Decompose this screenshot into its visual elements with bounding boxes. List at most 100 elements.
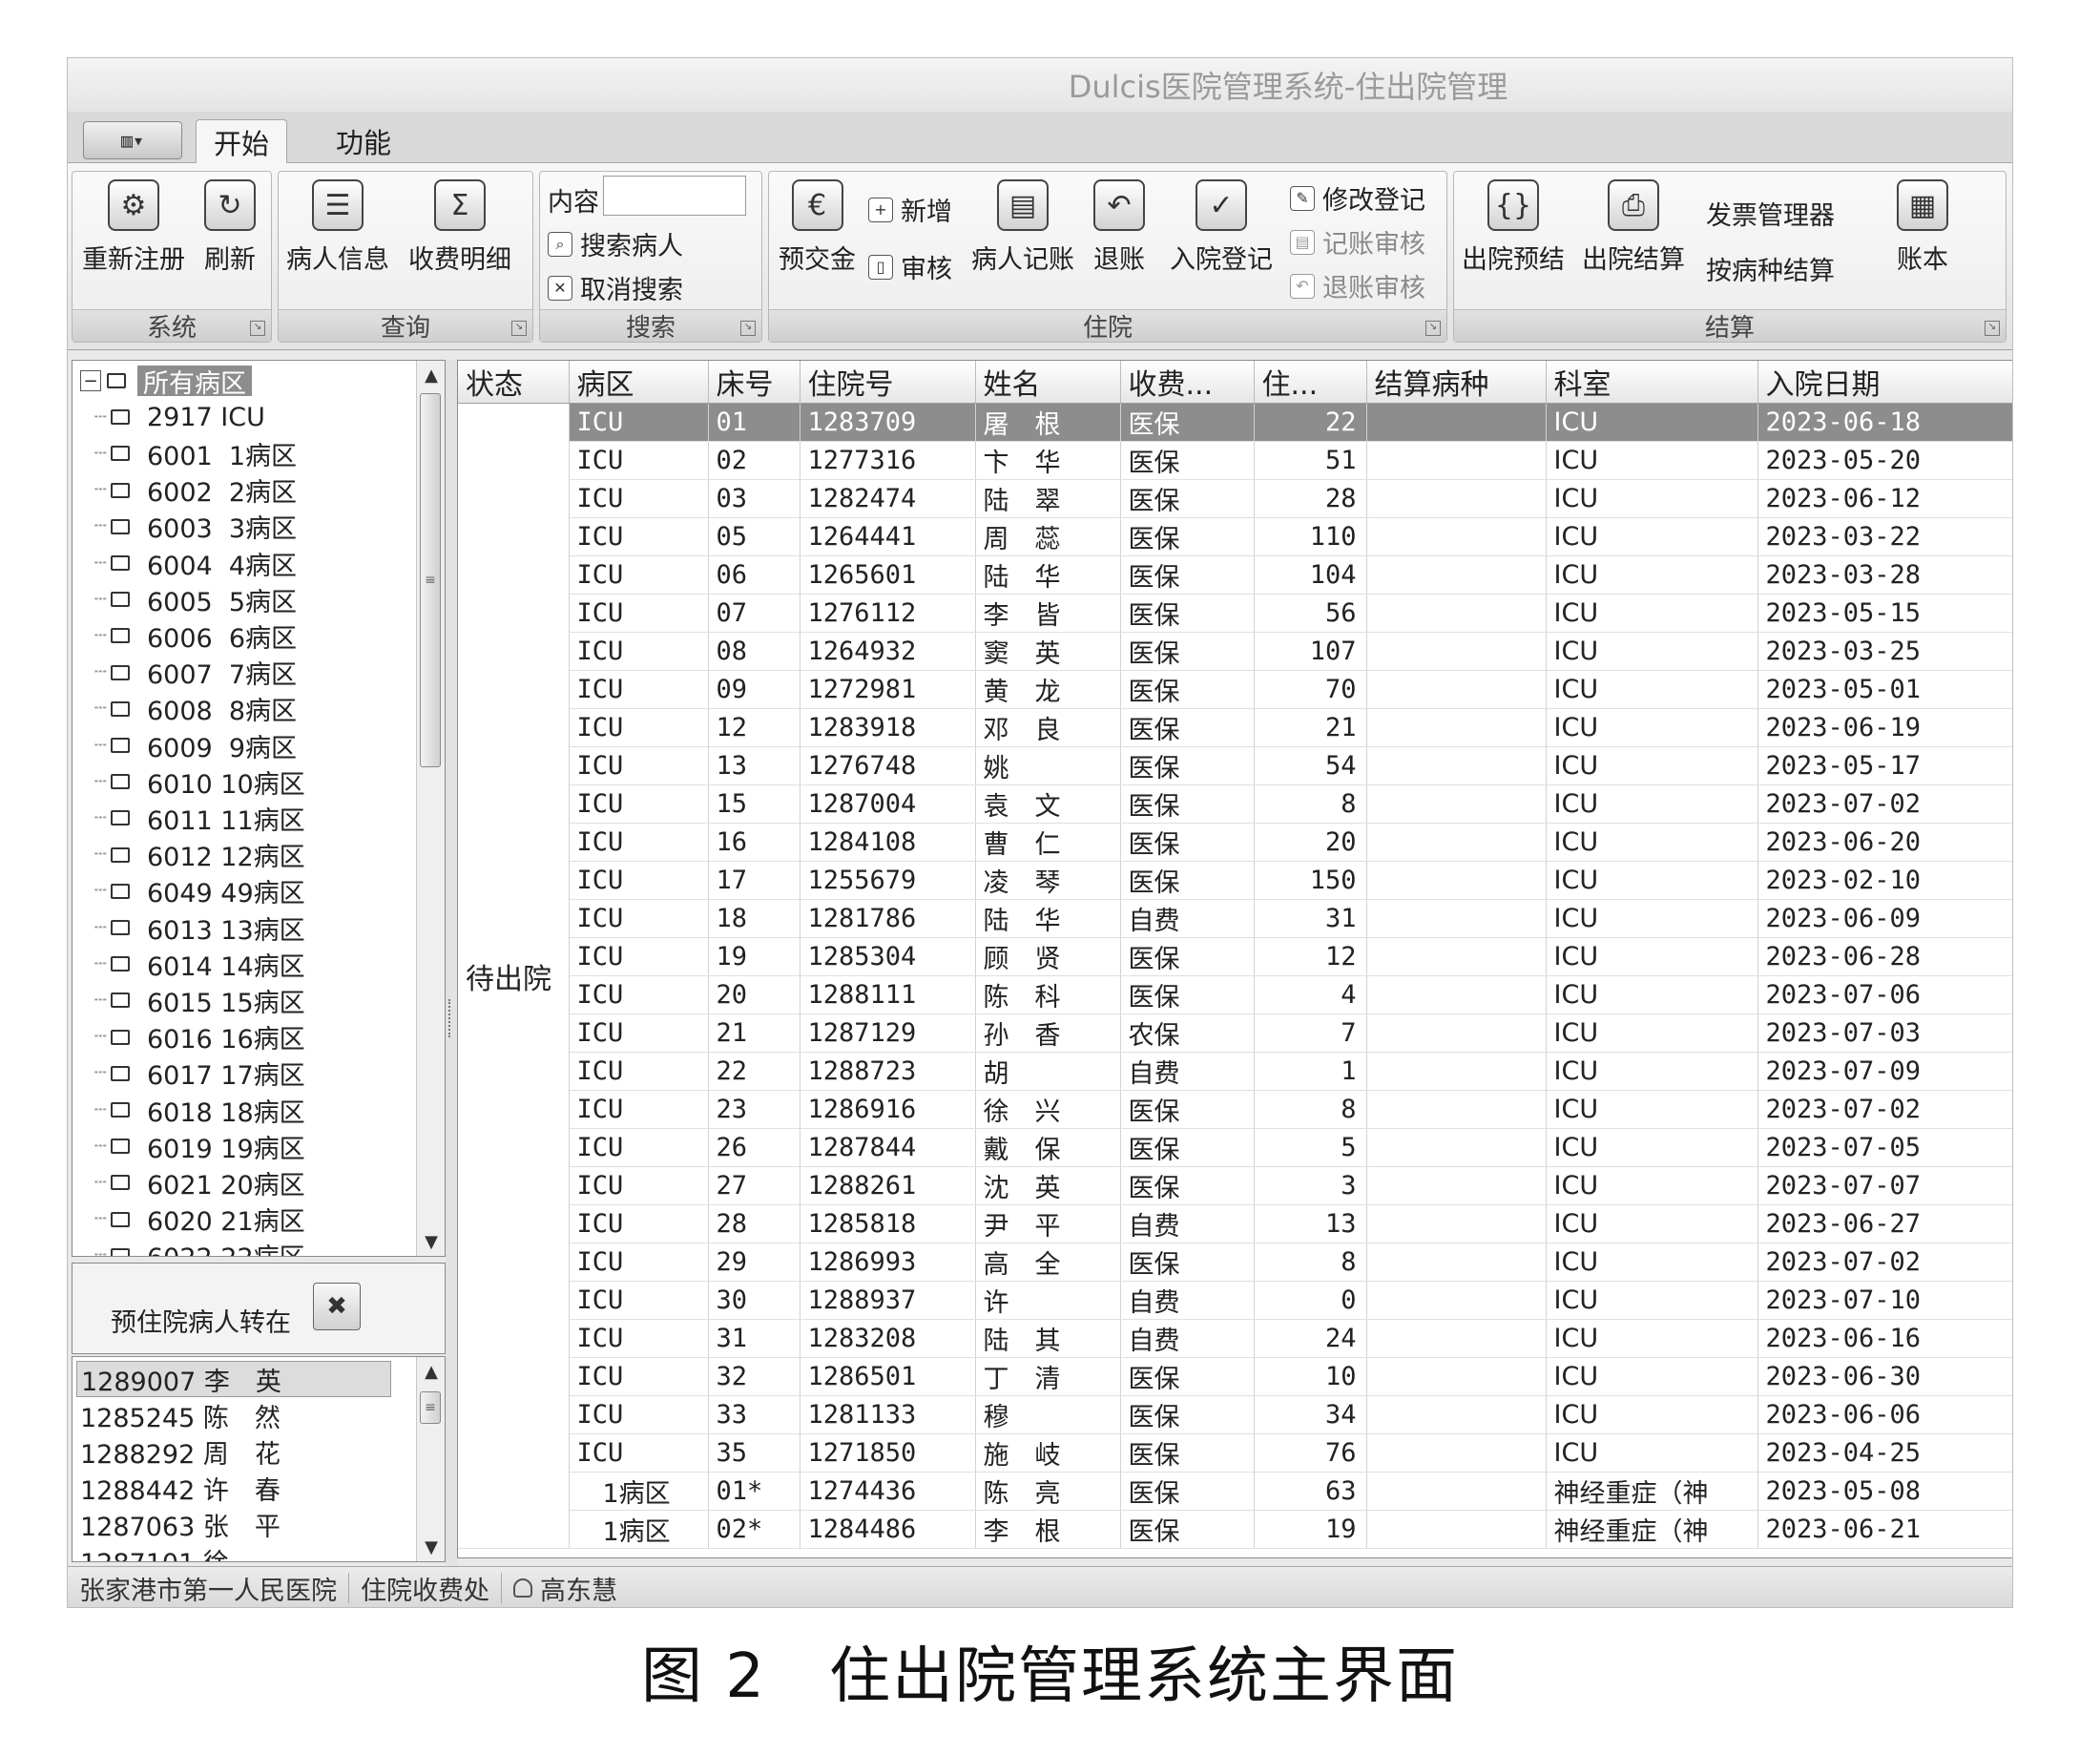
tree-item[interactable]: ┄ 6008 8病区 [73, 691, 416, 727]
pre-admission-item[interactable]: 1287101 徐 [80, 1542, 229, 1562]
table-row[interactable]: ICU 06 1265601 陆 华医保 104 ICU 2023-03-28 [458, 555, 2012, 595]
tree-item[interactable]: ┄ 6005 5病区 [73, 581, 416, 617]
content-search-input[interactable] [603, 176, 746, 216]
column-header[interactable]: 姓名 [975, 361, 1121, 404]
table-row[interactable]: ICU 35 1271850 施 岐医保 76 ICU 2023-04-25 [458, 1433, 2012, 1473]
table-row[interactable]: ICU 15 1287004 袁 文医保 8 ICU 2023-07-02 [458, 784, 2012, 824]
table-row[interactable]: 1病区 02* 1284486 李 根医保 19 神经重症（神 2023-06-21 [458, 1510, 2012, 1549]
dialog-launcher-icon[interactable]: ↘ [740, 321, 756, 336]
column-header[interactable]: 科室 [1546, 361, 1758, 404]
column-header[interactable]: 床号 [708, 361, 800, 404]
tree-item[interactable]: ┄ 6018 18病区 [73, 1092, 416, 1128]
table-row[interactable]: ICU 02 1277316 卞 华医保 51 ICU 2023-05-20 [458, 441, 2012, 480]
table-row[interactable]: ICU 13 1276748 姚医保 54 ICU 2023-05-17 [458, 746, 2012, 785]
dialog-launcher-icon[interactable]: ↘ [511, 321, 527, 336]
table-row[interactable]: ICU 27 1288261 沈 英医保 3 ICU 2023-07-07 [458, 1166, 2012, 1205]
column-header[interactable]: 入院日期 [1757, 361, 2012, 404]
table-row[interactable]: ICU 18 1281786 陆 华自费 31 ICU 2023-06-09 [458, 899, 2012, 938]
scroll-up-icon[interactable]: ▲ [417, 1357, 445, 1386]
scroll-thumb[interactable]: ≡ [420, 1391, 441, 1424]
ward-tree-scrollbar[interactable]: ▲ ≡ ▼ [416, 361, 445, 1256]
audit-button[interactable]: ▯ 审核 [868, 248, 952, 285]
column-header[interactable]: 结算病种 [1366, 361, 1547, 404]
admission-register-button[interactable]: ✓ 入院登记 [1170, 179, 1273, 276]
tree-item[interactable]: ┄ 6022 22病区 [73, 1238, 416, 1256]
cancel-search-button[interactable]: ✕ 取消搜索 [548, 269, 683, 306]
invoice-manager-button[interactable]: 发票管理器 [1706, 195, 1835, 232]
table-row[interactable]: ICU 08 1264932 窦 英医保 107 ICU 2023-03-25 [458, 632, 2012, 671]
column-header[interactable]: 病区 [569, 361, 709, 404]
tree-item[interactable]: ┄ 6020 21病区 [73, 1201, 416, 1238]
table-row[interactable]: ICU 16 1284108 曹 仁医保 20 ICU 2023-06-20 [458, 823, 2012, 862]
scroll-thumb[interactable]: ≡ [420, 393, 441, 767]
tree-item[interactable]: ┄ 6049 49病区 [73, 873, 416, 909]
tree-item[interactable]: ┄ 6019 19病区 [73, 1128, 416, 1164]
table-row[interactable]: ICU 05 1264441 周 蕊医保 110 ICU 2023-03-22 [458, 517, 2012, 556]
discharge-settlement-button[interactable]: ⎙ 出院结算 [1582, 179, 1685, 276]
deposit-button[interactable]: € 预交金 [779, 179, 856, 276]
billing-audit-button[interactable]: ▤ 记账审核 [1290, 223, 1425, 261]
table-row[interactable]: ICU 07 1276112 李 皆医保 56 ICU 2023-05-15 [458, 594, 2012, 633]
table-row[interactable]: ICU 33 1281133 穆医保 34 ICU 2023-06-06 [458, 1395, 2012, 1434]
pre-settlement-button[interactable]: {} 出院预结 [1462, 179, 1565, 276]
collapse-icon[interactable]: − [80, 370, 101, 391]
table-row[interactable]: ICU 17 1255679 凌 琴医保 150 ICU 2023-02-10 [458, 861, 2012, 900]
tree-item[interactable]: ┄ 6016 16病区 [73, 1019, 416, 1055]
pre-admission-item[interactable]: 1285245 陈 然 [80, 1397, 281, 1433]
dialog-launcher-icon[interactable]: ↘ [250, 321, 265, 336]
tree-item[interactable]: ┄ 6021 20病区 [73, 1164, 416, 1201]
tree-item[interactable]: ┄ 6009 9病区 [73, 727, 416, 763]
tab-functions[interactable]: 功能 [318, 119, 409, 163]
tree-item[interactable]: ┄ 6014 14病区 [73, 946, 416, 982]
pre-admission-item[interactable]: 1288442 许 春 [80, 1470, 281, 1506]
tree-item[interactable]: ┄ 6010 10病区 [73, 763, 416, 800]
tree-item[interactable]: ┄ 6001 1病区 [73, 435, 416, 471]
tree-item[interactable]: ┄ 6002 2病区 [73, 472, 416, 509]
column-header[interactable]: 住院号 [800, 361, 976, 404]
table-row[interactable]: ICU 31 1283208 陆 其自费 24 ICU 2023-06-16 [458, 1319, 2012, 1358]
add-button[interactable]: + 新增 [868, 191, 952, 228]
pre-admission-item[interactable]: 1288292 周 花 [80, 1433, 281, 1470]
refresh-button[interactable]: ↻ 刷新 [204, 179, 256, 276]
tab-start[interactable]: 开始 [196, 119, 287, 163]
table-row[interactable]: ICU 22 1288723 胡自费 1 ICU 2023-07-09 [458, 1052, 2012, 1091]
table-row[interactable]: ICU 29 1286993 高 全医保 8 ICU 2023-07-02 [458, 1243, 2012, 1282]
table-row[interactable]: 待出院 ICU 01 1283709 屠 根医保 22 ICU 2023-06-18 [458, 403, 2012, 1549]
dialog-launcher-icon[interactable]: ↘ [1425, 321, 1441, 336]
table-row[interactable]: ICU 19 1285304 顾 贤医保 12 ICU 2023-06-28 [458, 937, 2012, 976]
close-icon[interactable]: ✖ [313, 1283, 361, 1330]
scroll-up-icon[interactable]: ▲ [417, 361, 445, 389]
disease-settlement-button[interactable]: 按病种结算 [1706, 250, 1835, 287]
table-row[interactable]: ICU 26 1287844 戴 保医保 5 ICU 2023-07-05 [458, 1128, 2012, 1167]
fee-detail-button[interactable]: Σ 收费明细 [408, 179, 511, 276]
patient-billing-button[interactable]: ▤ 病人记账 [971, 179, 1074, 276]
table-row[interactable]: ICU 32 1286501 丁 清医保 10 ICU 2023-06-30 [458, 1357, 2012, 1396]
table-row[interactable]: ICU 28 1285818 尹 平自费 13 ICU 2023-06-27 [458, 1204, 2012, 1243]
tree-item[interactable]: ┄ 6003 3病区 [73, 509, 416, 545]
table-row[interactable]: ICU 21 1287129 孙 香农保 7 ICU 2023-07-03 [458, 1013, 2012, 1053]
table-row[interactable]: ICU 12 1283918 邓 良医保 21 ICU 2023-06-19 [458, 708, 2012, 747]
tree-item[interactable]: ┄ 6013 13病区 [73, 909, 416, 946]
table-row[interactable]: ICU 23 1286916 徐 兴医保 8 ICU 2023-07-02 [458, 1090, 2012, 1129]
table-row[interactable]: ICU 03 1282474 陆 翠医保 28 ICU 2023-06-12 [458, 479, 2012, 518]
tree-item[interactable]: ┄ 2917 ICU [73, 399, 416, 435]
table-row[interactable]: ICU 20 1288111 陈 科医保 4 ICU 2023-07-06 [458, 975, 2012, 1014]
column-header[interactable]: 住... [1254, 361, 1367, 404]
refund-button[interactable]: ↶ 退账 [1093, 179, 1145, 276]
scroll-down-icon[interactable]: ▼ [417, 1533, 445, 1561]
column-header[interactable]: 收费... [1120, 361, 1255, 404]
table-row[interactable]: 1病区 01* 1274436 陈 亮医保 63 神经重症（神 2023-05-08 [458, 1472, 2012, 1511]
pre-admission-scrollbar[interactable]: ▲ ≡ ▼ [416, 1357, 445, 1561]
tree-item[interactable]: ┄ 6004 4病区 [73, 545, 416, 581]
tree-root[interactable]: − 所有病区 [73, 363, 416, 399]
patient-info-button[interactable]: ☰ 病人信息 [286, 179, 389, 276]
tree-item[interactable]: ┄ 6012 12病区 [73, 837, 416, 873]
re-register-button[interactable]: ⚙ 重新注册 [82, 179, 185, 276]
search-patient-button[interactable]: ⌕ 搜索病人 [548, 225, 683, 262]
app-menu-icon[interactable]: ▥▾ [83, 121, 182, 159]
table-row[interactable]: ICU 09 1272981 黄 龙医保 70 ICU 2023-05-01 [458, 670, 2012, 709]
table-row[interactable]: ICU 30 1288937 许自费 0 ICU 2023-07-10 [458, 1281, 2012, 1320]
pre-admission-item[interactable]: 1289007 李 英 [76, 1361, 391, 1397]
scroll-down-icon[interactable]: ▼ [417, 1227, 445, 1256]
pre-admission-item[interactable]: 1287063 张 平 [80, 1506, 281, 1542]
